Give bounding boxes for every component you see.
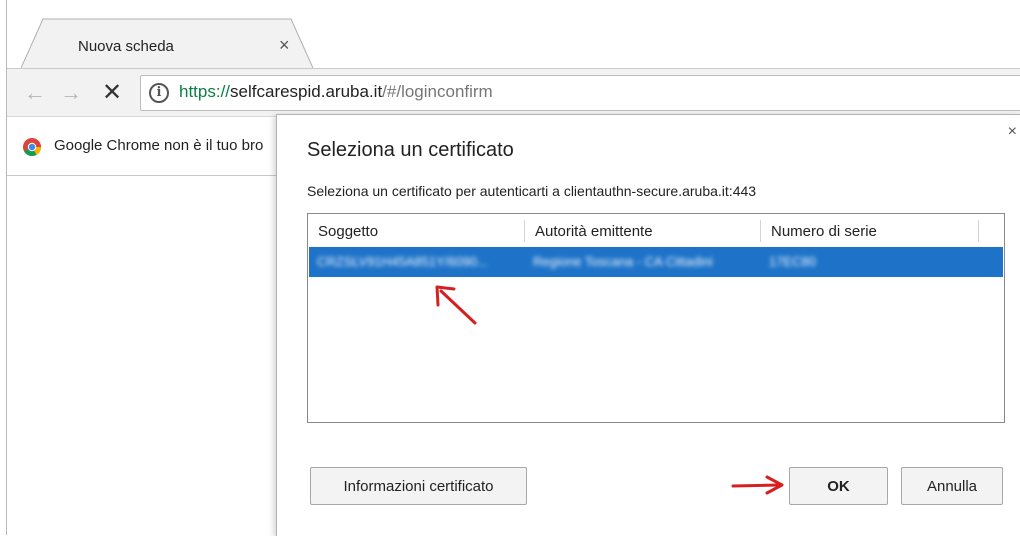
info-icon[interactable]: i bbox=[149, 83, 169, 103]
default-browser-infobar: Google Chrome non è il tuo bro bbox=[7, 116, 287, 176]
dialog-subtitle: Seleziona un certificato per autenticart… bbox=[307, 183, 757, 199]
toolbar: ← → ✕ i https://selfcarespid.aruba.it/#/… bbox=[7, 68, 1020, 117]
table-row[interactable]: CRZSLV91H45A851Y/6090... Regione Toscana… bbox=[309, 247, 1003, 277]
url-scheme: https:// bbox=[179, 82, 231, 101]
tab-strip: Nuova scheda × bbox=[7, 0, 1020, 68]
url-path: /#/loginconfirm bbox=[382, 82, 493, 101]
certificate-info-button[interactable]: Informazioni certificato bbox=[310, 467, 527, 505]
cell-subject: CRZSLV91H45A851Y/6090... bbox=[317, 254, 489, 269]
certificate-table[interactable]: Soggetto Autorità emittente Numero di se… bbox=[307, 213, 1005, 423]
dialog-title: Seleziona un certificato bbox=[307, 139, 514, 161]
certificate-dialog: × Seleziona un certificato Seleziona un … bbox=[276, 114, 1020, 536]
column-header-subject[interactable]: Soggetto bbox=[308, 214, 524, 246]
cancel-button[interactable]: Annulla bbox=[901, 467, 1003, 505]
column-divider[interactable] bbox=[978, 220, 979, 242]
stop-icon[interactable]: ✕ bbox=[98, 79, 126, 107]
column-header-issuer[interactable]: Autorità emittente bbox=[525, 214, 760, 246]
url-host: selfcarespid.aruba.it bbox=[230, 82, 383, 101]
annotation-arrow-up bbox=[435, 285, 477, 325]
chrome-logo-icon bbox=[23, 138, 41, 156]
address-bar[interactable]: i https://selfcarespid.aruba.it/#/loginc… bbox=[140, 75, 1020, 111]
tab-title: Nuova scheda bbox=[78, 38, 174, 55]
ok-button[interactable]: OK bbox=[789, 467, 888, 505]
back-arrow-icon[interactable]: ← bbox=[21, 79, 49, 107]
url-text[interactable]: https://selfcarespid.aruba.it/#/logincon… bbox=[179, 82, 493, 102]
column-header-serial[interactable]: Numero di serie bbox=[761, 214, 978, 246]
annotation-arrow-right bbox=[731, 475, 784, 495]
forward-arrow-icon[interactable]: → bbox=[57, 79, 85, 107]
cell-serial: 17EC80 bbox=[769, 254, 816, 269]
tab-nuova-scheda[interactable]: Nuova scheda × bbox=[21, 18, 314, 68]
close-icon[interactable]: × bbox=[1008, 123, 1017, 141]
table-header: Soggetto Autorità emittente Numero di se… bbox=[308, 214, 1004, 246]
cell-issuer: Regione Toscana - CA Cittadini bbox=[533, 254, 713, 269]
tab-close-icon[interactable]: × bbox=[279, 35, 290, 56]
infobar-text: Google Chrome non è il tuo bro bbox=[54, 137, 264, 154]
